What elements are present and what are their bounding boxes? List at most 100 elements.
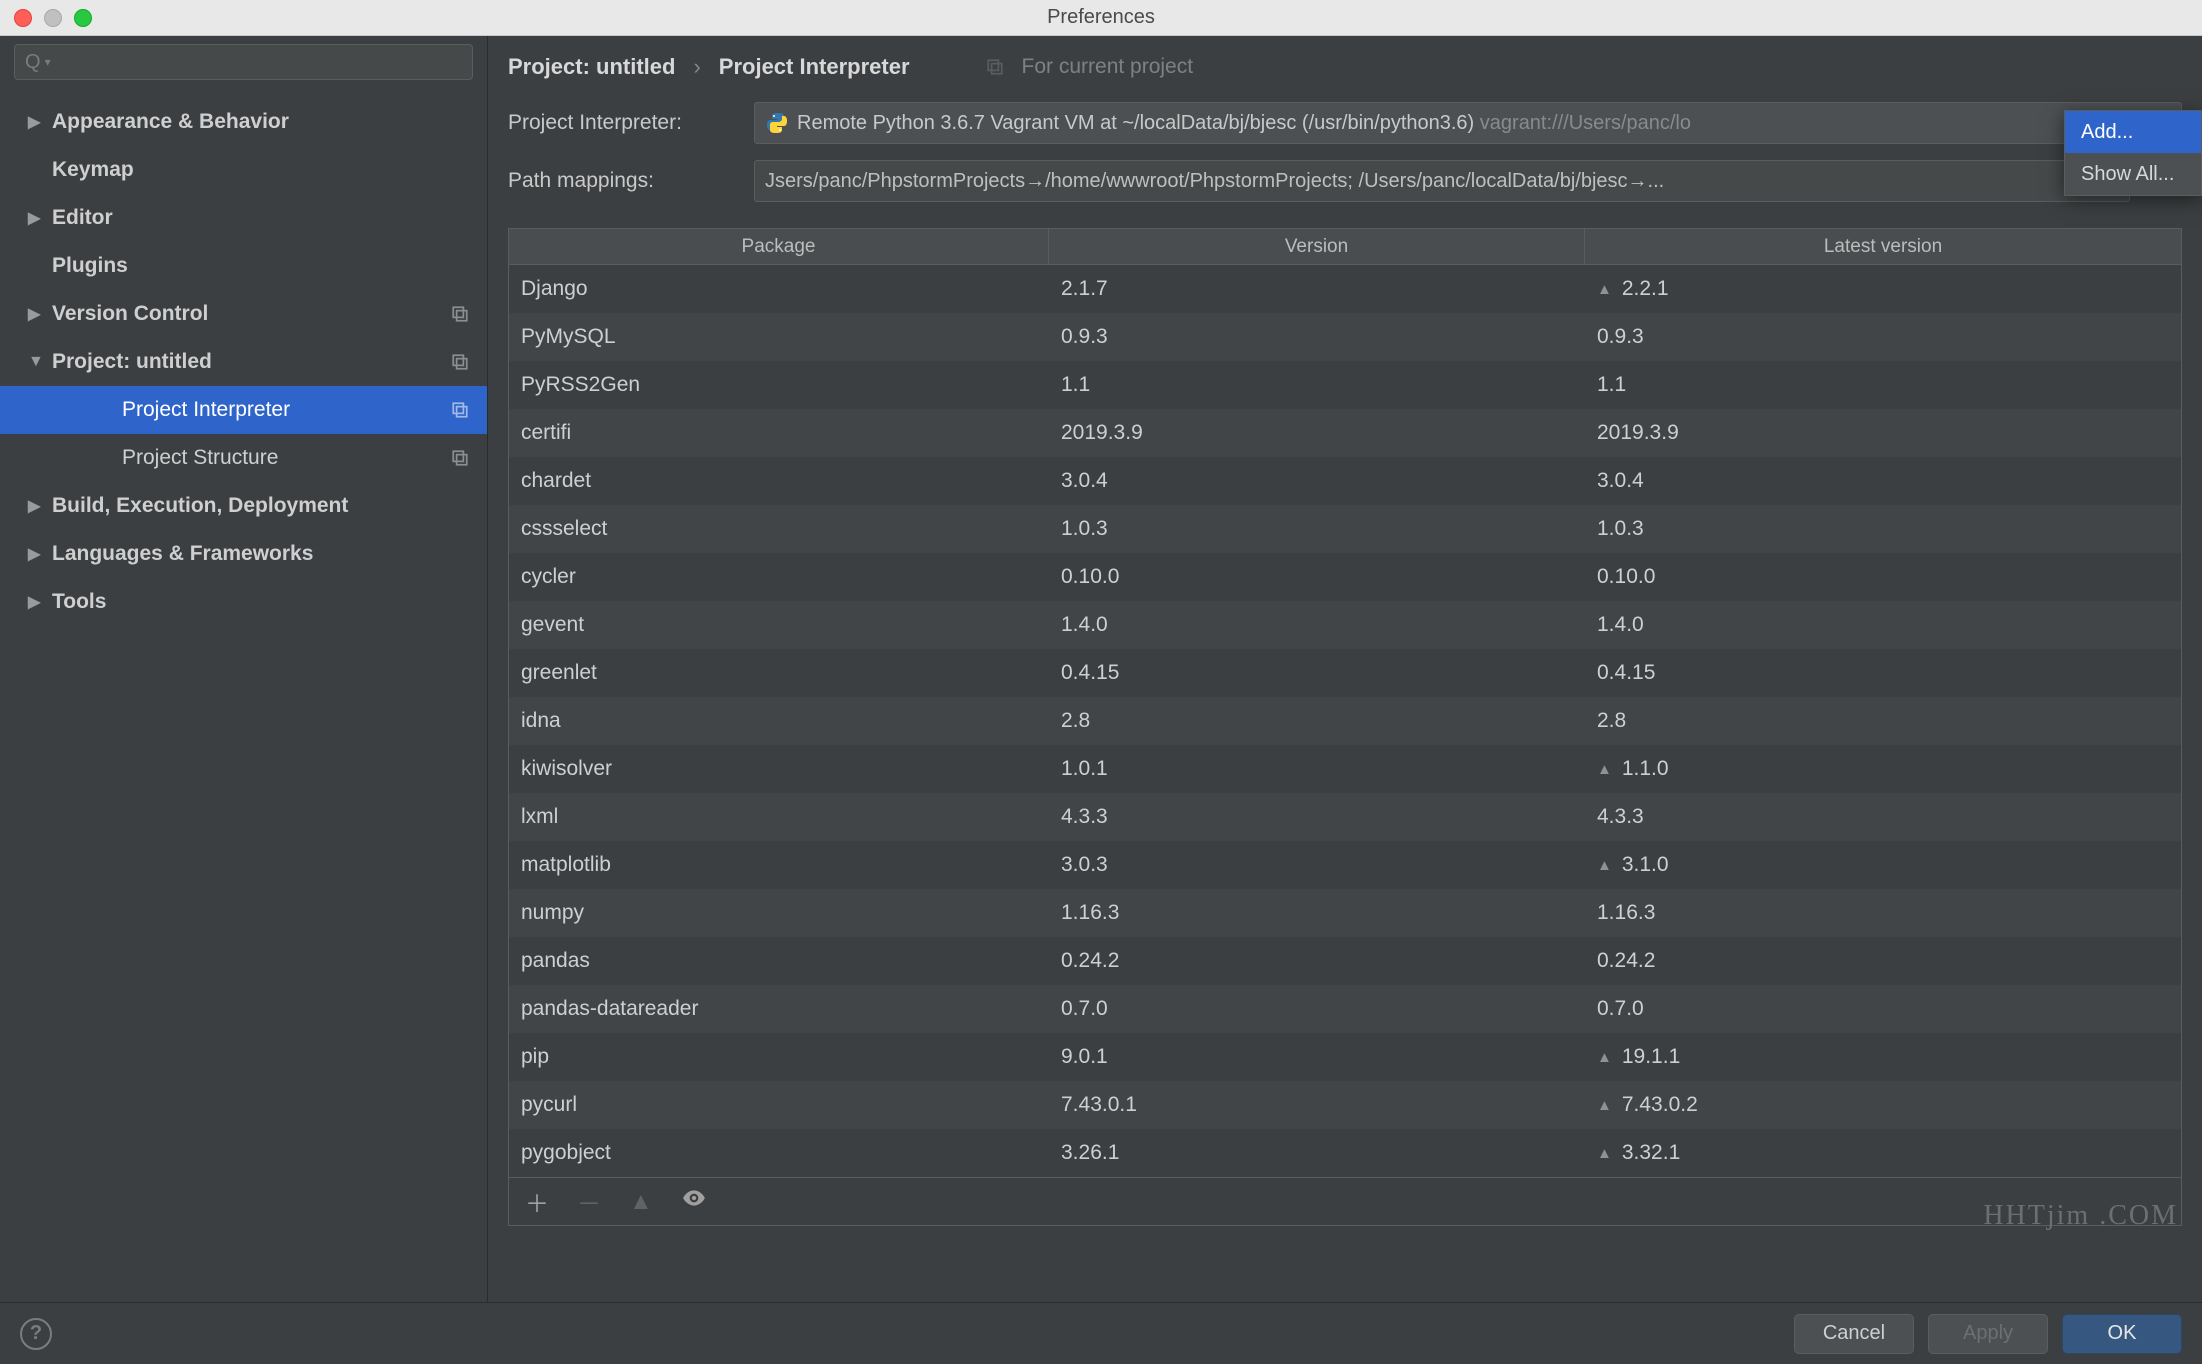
- table-header: Package Version Latest version: [509, 229, 2181, 265]
- add-package-button[interactable]: ＋: [525, 1184, 549, 1219]
- sidebar-item-label: Project Structure: [122, 446, 278, 470]
- copy-settings-icon: [451, 305, 469, 323]
- remove-package-button[interactable]: －: [577, 1184, 601, 1219]
- cancel-button[interactable]: Cancel: [1794, 1314, 1914, 1354]
- cell-package: Django: [509, 277, 1049, 301]
- sidebar-item-label: Tools: [52, 590, 106, 614]
- table-row[interactable]: PyMySQL0.9.30.9.3: [509, 313, 2181, 361]
- cell-package: greenlet: [509, 661, 1049, 685]
- table-row[interactable]: numpy1.16.31.16.3: [509, 889, 2181, 937]
- popup-show-all-item[interactable]: Show All...: [2065, 153, 2201, 195]
- interpreter-dropdown[interactable]: Remote Python 3.6.7 Vagrant VM at ~/loca…: [754, 102, 2182, 144]
- cell-package: pandas: [509, 949, 1049, 973]
- cell-version: 0.24.2: [1049, 949, 1585, 973]
- cell-package: cssselect: [509, 517, 1049, 541]
- sidebar-item-build-execution-deployment[interactable]: ▶Build, Execution, Deployment: [0, 482, 487, 530]
- sidebar-item-editor[interactable]: ▶Editor: [0, 194, 487, 242]
- sidebar-item-label: Languages & Frameworks: [52, 542, 313, 566]
- table-row[interactable]: idna2.82.8: [509, 697, 2181, 745]
- table-row[interactable]: Django2.1.7▲2.2.1: [509, 265, 2181, 313]
- tree-arrow-icon: ▼: [28, 353, 42, 371]
- table-row[interactable]: greenlet0.4.150.4.15: [509, 649, 2181, 697]
- table-row[interactable]: lxml4.3.34.3.3: [509, 793, 2181, 841]
- sidebar-item-appearance-behavior[interactable]: ▶Appearance & Behavior: [0, 98, 487, 146]
- cell-package: idna: [509, 709, 1049, 733]
- tree-arrow-icon: ▶: [28, 208, 42, 228]
- ok-button[interactable]: OK: [2062, 1314, 2182, 1354]
- cell-latest: 1.0.3: [1585, 517, 2181, 541]
- sidebar-item-tools[interactable]: ▶ Tools: [0, 578, 487, 626]
- table-row[interactable]: matplotlib3.0.3▲3.1.0: [509, 841, 2181, 889]
- interpreter-popup-menu: Add... Show All...: [2064, 110, 2202, 196]
- table-row[interactable]: cssselect1.0.31.0.3: [509, 505, 2181, 553]
- cell-latest: 0.24.2: [1585, 949, 2181, 973]
- sidebar-item-label: Version Control: [52, 302, 208, 326]
- cell-version: 3.0.4: [1049, 469, 1585, 493]
- sidebar-item-languages-frameworks[interactable]: ▶Languages & Frameworks: [0, 530, 487, 578]
- header-version[interactable]: Version: [1049, 229, 1585, 264]
- sidebar-item-label: Keymap: [52, 158, 134, 182]
- sidebar-item-project-interpreter[interactable]: Project Interpreter: [0, 386, 487, 434]
- cell-version: 3.26.1: [1049, 1141, 1585, 1165]
- cell-version: 0.4.15: [1049, 661, 1585, 685]
- upgrade-package-button[interactable]: ▲: [629, 1188, 653, 1216]
- table-row[interactable]: pygobject3.26.1▲3.32.1: [509, 1129, 2181, 1177]
- header-package[interactable]: Package: [509, 229, 1049, 264]
- popup-add-item[interactable]: Add...: [2065, 111, 2201, 153]
- show-early-releases-button[interactable]: [681, 1185, 707, 1218]
- upgrade-available-icon: ▲: [1597, 1097, 1612, 1114]
- path-mappings-value: Jsers/panc/PhpstormProjects→/home/wwwroo…: [765, 170, 1664, 193]
- table-row[interactable]: cycler0.10.00.10.0: [509, 553, 2181, 601]
- cell-latest: 1.1: [1585, 373, 2181, 397]
- cell-latest: ▲3.1.0: [1585, 853, 2181, 877]
- upgrade-available-icon: ▲: [1597, 1145, 1612, 1162]
- header-latest[interactable]: Latest version: [1585, 229, 2181, 264]
- sidebar-item-plugins[interactable]: Plugins: [0, 242, 487, 290]
- cell-latest: 2019.3.9: [1585, 421, 2181, 445]
- sidebar-item-version-control[interactable]: ▶Version Control: [0, 290, 487, 338]
- cell-package: cycler: [509, 565, 1049, 589]
- table-row[interactable]: pycurl7.43.0.1▲7.43.0.2: [509, 1081, 2181, 1129]
- upgrade-available-icon: ▲: [1597, 281, 1612, 298]
- sidebar-item-label: Appearance & Behavior: [52, 110, 289, 134]
- content-pane: Project: untitled › Project Interpreter …: [488, 36, 2202, 1302]
- sidebar-item-keymap[interactable]: Keymap: [0, 146, 487, 194]
- table-row[interactable]: certifi2019.3.92019.3.9: [509, 409, 2181, 457]
- cell-version: 9.0.1: [1049, 1045, 1585, 1069]
- sidebar-item-project-structure[interactable]: Project Structure: [0, 434, 487, 482]
- dialog-footer: ? Cancel Apply OK: [0, 1302, 2202, 1364]
- copy-settings-icon: [451, 353, 469, 371]
- cell-package: gevent: [509, 613, 1049, 637]
- cell-package: chardet: [509, 469, 1049, 493]
- cell-package: pycurl: [509, 1093, 1049, 1117]
- cell-latest: 0.10.0: [1585, 565, 2181, 589]
- cell-latest: 4.3.3: [1585, 805, 2181, 829]
- copy-settings-icon: [451, 449, 469, 467]
- upgrade-available-icon: ▲: [1597, 857, 1612, 874]
- cell-version: 3.0.3: [1049, 853, 1585, 877]
- table-row[interactable]: gevent1.4.01.4.0: [509, 601, 2181, 649]
- tree-arrow-icon: ▶: [28, 592, 42, 612]
- sidebar-item-label: Project Interpreter: [122, 398, 290, 422]
- search-input[interactable]: Q▾: [14, 44, 473, 80]
- cell-version: 1.16.3: [1049, 901, 1585, 925]
- copy-settings-icon: [986, 58, 1004, 76]
- table-row[interactable]: chardet3.0.43.0.4: [509, 457, 2181, 505]
- upgrade-available-icon: ▲: [1597, 1049, 1612, 1066]
- breadcrumb: Project: untitled › Project Interpreter …: [488, 36, 2202, 94]
- cell-package: certifi: [509, 421, 1049, 445]
- table-row[interactable]: PyRSS2Gen1.11.1: [509, 361, 2181, 409]
- path-mappings-field[interactable]: Jsers/panc/PhpstormProjects→/home/wwwroo…: [754, 160, 2130, 202]
- sidebar: Q▾ ▶Appearance & BehaviorKeymap▶EditorPl…: [0, 36, 488, 1302]
- table-row[interactable]: pip9.0.1▲19.1.1: [509, 1033, 2181, 1081]
- search-icon: Q: [25, 51, 41, 74]
- table-row[interactable]: pandas0.24.20.24.2: [509, 937, 2181, 985]
- apply-button[interactable]: Apply: [1928, 1314, 2048, 1354]
- help-button[interactable]: ?: [20, 1318, 52, 1350]
- table-row[interactable]: kiwisolver1.0.1▲1.1.0: [509, 745, 2181, 793]
- table-row[interactable]: pandas-datareader0.7.00.7.0: [509, 985, 2181, 1033]
- cell-version: 1.0.3: [1049, 517, 1585, 541]
- sidebar-item-label: Build, Execution, Deployment: [52, 494, 348, 518]
- sidebar-item-project-untitled[interactable]: ▼Project: untitled: [0, 338, 487, 386]
- titlebar: Preferences: [0, 0, 2202, 36]
